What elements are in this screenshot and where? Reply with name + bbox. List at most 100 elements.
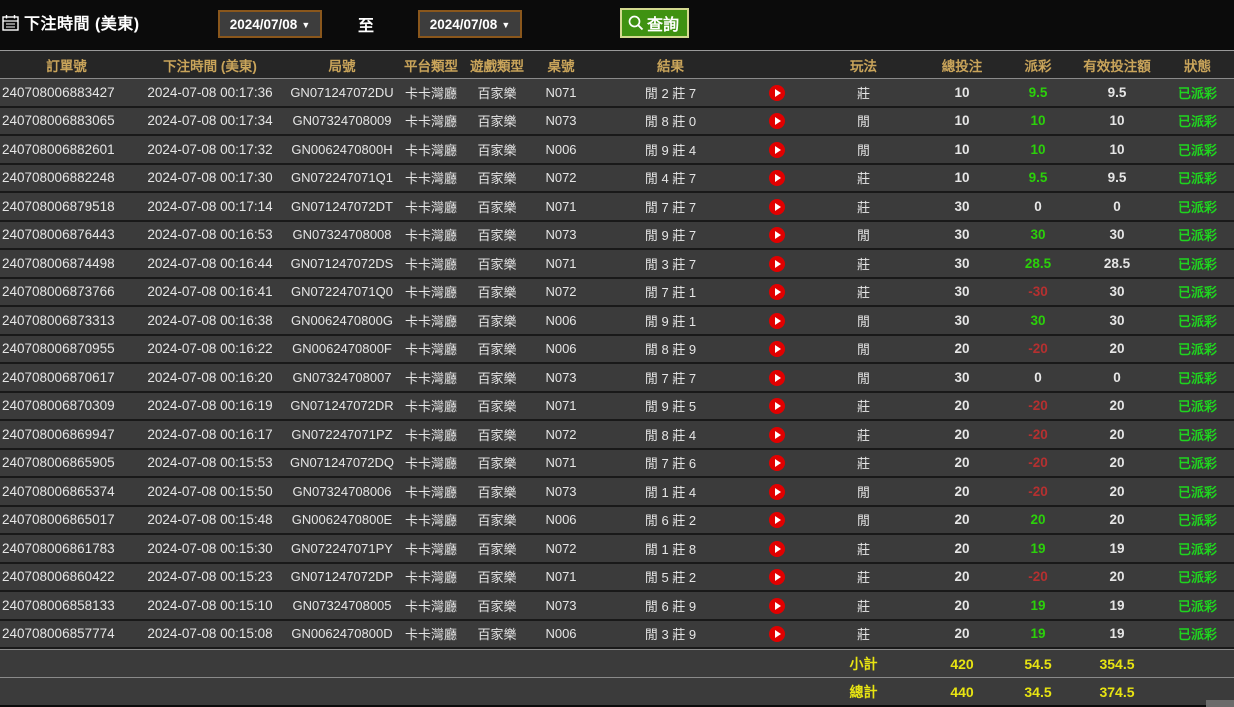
cell-payout: 19 — [1030, 597, 1046, 613]
cell-total-bet: 10 — [954, 141, 970, 157]
cell-total-bet: 30 — [954, 255, 970, 271]
cell-result: 閒 7 莊 7 — [644, 199, 697, 215]
replay-play-icon[interactable] — [769, 626, 785, 643]
cell-result: 閒 3 莊 9 — [644, 627, 697, 643]
date-from-picker[interactable]: 2024/07/08 ▼ — [218, 10, 322, 38]
cell-valid-bet: 19 — [1109, 626, 1125, 642]
play-triangle-icon — [775, 316, 781, 325]
replay-play-icon[interactable] — [769, 540, 785, 557]
cell-order: 240708006865905 — [2, 455, 115, 471]
cell-game-type: 百家樂 — [477, 627, 517, 643]
replay-play-icon[interactable] — [769, 284, 785, 301]
cell-game-type: 百家樂 — [477, 85, 517, 101]
cell-total-bet: 20 — [954, 569, 970, 585]
table-row: 240708006869947 2024-07-08 00:16:17 GN07… — [0, 421, 1234, 450]
search-button[interactable]: 查詢 — [620, 8, 690, 38]
cell-total-bet: 30 — [954, 198, 970, 214]
table-row: 240708006870955 2024-07-08 00:16:22 GN00… — [0, 335, 1234, 364]
cell-valid-bet: 30 — [1109, 312, 1125, 328]
cell-status: 已派彩 — [1177, 399, 1217, 415]
cell-total-bet: 30 — [954, 369, 970, 385]
cell-payout: -30 — [1028, 284, 1048, 300]
replay-play-icon[interactable] — [769, 312, 785, 329]
cell-replay — [748, 198, 806, 215]
replay-play-icon[interactable] — [769, 84, 785, 101]
cell-round-id: GN072247071PY — [291, 540, 393, 556]
replay-play-icon[interactable] — [769, 569, 785, 586]
cell-game-type: 百家樂 — [477, 171, 517, 187]
cell-status: 已派彩 — [1177, 313, 1217, 329]
table-row: 240708006883427 2024-07-08 00:17:36 GN07… — [0, 79, 1234, 108]
cell-order: 240708006883065 — [2, 113, 115, 129]
cell-valid-bet: 28.5 — [1103, 255, 1131, 271]
cell-bet-time: 2024-07-08 00:15:10 — [147, 597, 273, 613]
col-header-bet-time: 下注時間 (美東) — [163, 58, 257, 74]
cell-round-id: GN072247071Q0 — [291, 284, 393, 300]
cell-table-no: N072 — [545, 540, 577, 556]
cell-status: 已派彩 — [1177, 427, 1217, 443]
replay-play-icon[interactable] — [769, 426, 785, 443]
table-row: 240708006870309 2024-07-08 00:16:19 GN07… — [0, 392, 1234, 421]
play-triangle-icon — [775, 88, 781, 97]
cell-replay — [748, 255, 806, 272]
play-triangle-icon — [775, 544, 781, 553]
calendar-icon — [2, 14, 19, 31]
replay-play-icon[interactable] — [769, 227, 785, 244]
cell-game-type: 百家樂 — [477, 370, 517, 386]
date-to-picker[interactable]: 2024/07/08 ▼ — [418, 10, 522, 38]
subtotal-row: 小計 420 54.5 354.5 — [0, 649, 1234, 677]
cell-platform: 卡卡灣廳 — [404, 114, 457, 130]
cell-platform: 卡卡灣廳 — [404, 456, 457, 472]
cell-payout: 9.5 — [1028, 170, 1048, 186]
cell-status: 已派彩 — [1177, 456, 1217, 472]
replay-play-icon[interactable] — [769, 597, 785, 614]
col-header-game-type: 遊戲類型 — [470, 58, 524, 74]
subtotal-payout: 54.5 — [1024, 655, 1052, 672]
cell-result: 閒 5 莊 2 — [644, 570, 697, 586]
replay-play-icon[interactable] — [769, 113, 785, 130]
cell-platform: 卡卡灣廳 — [404, 313, 457, 329]
play-triangle-icon — [775, 516, 781, 525]
cell-bet-time: 2024-07-08 00:16:44 — [147, 255, 273, 271]
col-header-result: 結果 — [657, 58, 684, 74]
cell-table-no: N071 — [545, 255, 577, 271]
cell-bet-time: 2024-07-08 00:15:23 — [147, 569, 273, 585]
table-row: 240708006865017 2024-07-08 00:15:48 GN00… — [0, 506, 1234, 535]
replay-play-icon[interactable] — [769, 483, 785, 500]
table-row: 240708006876443 2024-07-08 00:16:53 GN07… — [0, 221, 1234, 250]
play-triangle-icon — [775, 459, 781, 468]
cell-valid-bet: 0 — [1113, 198, 1121, 214]
replay-play-icon[interactable] — [769, 255, 785, 272]
cell-table-no: N006 — [545, 312, 577, 328]
replay-play-icon[interactable] — [769, 198, 785, 215]
replay-play-icon[interactable] — [769, 398, 785, 415]
cell-game-type: 百家樂 — [477, 484, 517, 500]
cell-table-no: N072 — [545, 426, 577, 442]
cell-status: 已派彩 — [1177, 228, 1217, 244]
replay-play-icon[interactable] — [769, 141, 785, 158]
cell-table-no: N073 — [545, 483, 577, 499]
col-header-table-no: 桌號 — [547, 58, 575, 74]
cell-bet-method: 莊 — [856, 85, 870, 101]
cell-total-bet: 20 — [954, 512, 970, 528]
cell-payout: 10 — [1030, 141, 1046, 157]
cell-bet-time: 2024-07-08 00:15:08 — [147, 626, 273, 642]
cell-status: 已派彩 — [1177, 627, 1217, 643]
cell-total-bet: 10 — [954, 170, 970, 186]
cell-status: 已派彩 — [1177, 85, 1217, 101]
replay-play-icon[interactable] — [769, 170, 785, 187]
replay-play-icon[interactable] — [769, 369, 785, 386]
cell-round-id: GN0062470800H — [291, 141, 393, 157]
table-row: 240708006865905 2024-07-08 00:15:53 GN07… — [0, 449, 1234, 478]
cell-bet-time: 2024-07-08 00:17:32 — [147, 141, 273, 157]
cell-replay — [748, 312, 806, 329]
cell-valid-bet: 0 — [1113, 369, 1121, 385]
horizontal-scrollbar-thumb[interactable] — [1206, 700, 1234, 707]
cell-payout: -20 — [1028, 341, 1048, 357]
cell-order: 240708006882248 — [2, 170, 115, 186]
replay-play-icon[interactable] — [769, 455, 785, 472]
subtotal-label: 小計 — [849, 655, 878, 672]
play-triangle-icon — [775, 487, 781, 496]
replay-play-icon[interactable] — [769, 341, 785, 358]
replay-play-icon[interactable] — [769, 512, 785, 529]
